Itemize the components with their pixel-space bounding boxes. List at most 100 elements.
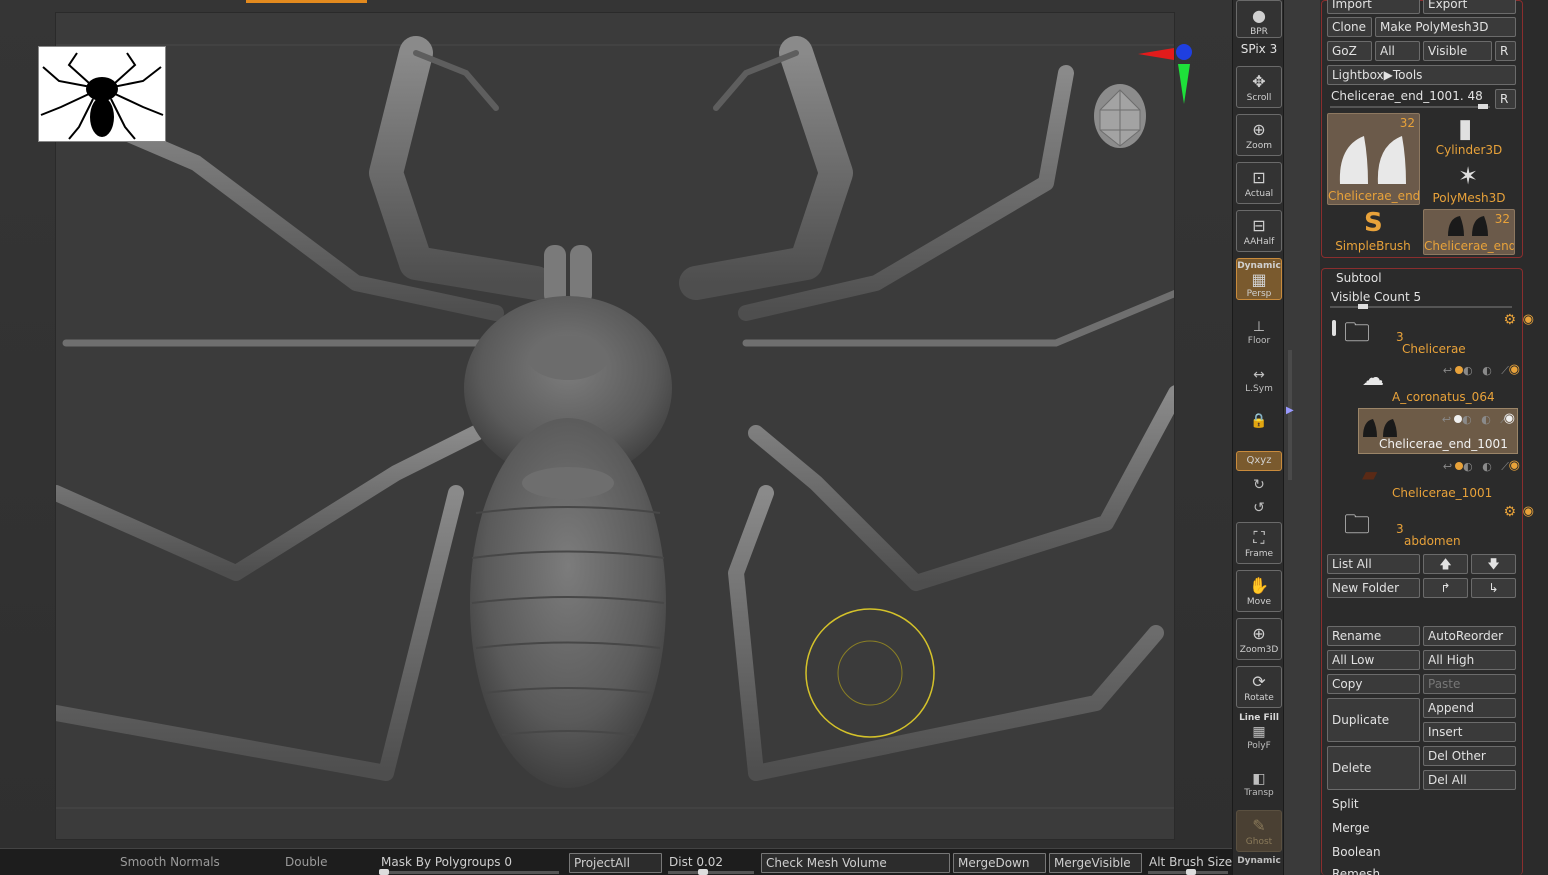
floor-button[interactable]: ⊥ Floor [1236, 318, 1282, 346]
subtool-item-a-coronatus[interactable]: ☁ ↩ ◐ ◐ ⟋ ◉ A_coronatus_064 [1356, 360, 1520, 406]
subtool-flags[interactable]: ↩ ◐ ◐ ⟋ [1442, 413, 1511, 427]
move-into-folder-button[interactable]: ↱ [1423, 578, 1468, 598]
goz-visible-button[interactable]: Visible [1423, 41, 1492, 61]
visible-count-track[interactable] [1330, 304, 1512, 309]
del-all-button[interactable]: Del All [1423, 770, 1516, 790]
visibility-dot[interactable] [1455, 366, 1464, 374]
visibility-dot[interactable] [1454, 415, 1463, 423]
clone-button[interactable]: Clone [1327, 17, 1372, 37]
auto-reorder-button[interactable]: AutoReorder [1423, 626, 1516, 646]
merge-visible-button[interactable]: MergeVisible [1049, 853, 1142, 873]
persp-button[interactable]: Dynamic ▦ Persp [1236, 258, 1282, 300]
eye-icon[interactable]: ◉ [1509, 362, 1520, 377]
tool-tile-chelicerae-end[interactable]: 32 Chelicerae_end [1327, 113, 1420, 205]
slider-handle[interactable] [1186, 869, 1196, 875]
dist-slider-track[interactable] [668, 869, 754, 875]
goz-all-button[interactable]: All [1375, 41, 1420, 61]
ghost-button[interactable]: ✎ Ghost [1236, 810, 1282, 852]
append-button[interactable]: Append [1423, 698, 1516, 718]
subtool-flags[interactable]: ↩ ◐ ◐ ⟋ [1443, 460, 1512, 474]
scroll-button[interactable]: ✥ Scroll [1236, 66, 1282, 108]
del-other-button[interactable]: Del Other [1423, 746, 1516, 766]
merge-down-button[interactable]: MergeDown [953, 853, 1046, 873]
move-up-button[interactable]: 🡅 [1423, 554, 1468, 574]
xyz-symmetry-button[interactable]: Qxyz [1236, 451, 1282, 471]
subtool-folder-abdomen[interactable]: 🗀 3 ⚙ ◉ abdomen [1340, 504, 1534, 550]
move-down-button[interactable]: 🡇 [1471, 554, 1516, 574]
zoom-button[interactable]: ⊕ Zoom [1236, 114, 1282, 156]
bpr-render-button[interactable]: ● BPR [1236, 0, 1282, 38]
goz-r-button[interactable]: R [1495, 41, 1516, 61]
eye-icon[interactable]: ◉ [1523, 504, 1534, 519]
gear-icon[interactable]: ⚙ [1503, 312, 1516, 328]
current-tool-slider[interactable]: Chelicerae_end_1001. 48 [1331, 89, 1483, 103]
rotate-button[interactable]: ⟳ Rotate [1236, 666, 1282, 708]
transp-button[interactable]: ◧ Transp [1236, 770, 1282, 798]
slider-handle[interactable] [1478, 104, 1488, 109]
project-all-button[interactable]: ProjectAll [569, 853, 662, 873]
rotate-y-button[interactable]: ↻ [1236, 476, 1282, 494]
zoom3d-button[interactable]: ⊕ Zoom3D [1236, 618, 1282, 660]
all-low-button[interactable]: All Low [1327, 650, 1420, 670]
eye-icon[interactable]: ◉ [1523, 312, 1534, 327]
rotate-z-button[interactable]: ↺ [1236, 499, 1282, 517]
export-button[interactable]: Export [1423, 0, 1516, 14]
tool-r-button[interactable]: R [1495, 89, 1516, 109]
all-high-button[interactable]: All High [1423, 650, 1516, 670]
visibility-dot[interactable] [1455, 462, 1464, 470]
duplicate-button[interactable]: Duplicate [1327, 698, 1420, 742]
goz-button[interactable]: GoZ [1327, 41, 1372, 61]
lock-button[interactable]: 🔒 [1236, 412, 1282, 430]
eye-icon[interactable]: ◉ [1509, 458, 1520, 473]
boolean-section-header[interactable]: Boolean [1332, 845, 1381, 859]
check-mesh-volume-button[interactable]: Check Mesh Volume [761, 853, 950, 873]
current-tool-track[interactable] [1330, 104, 1490, 109]
mask-slider-track[interactable] [379, 869, 559, 875]
move-out-folder-button[interactable]: ↳ [1471, 578, 1516, 598]
double-button[interactable]: Double [285, 853, 328, 873]
new-folder-button[interactable]: New Folder [1327, 578, 1420, 598]
spix-slider[interactable]: SPix 3 [1236, 42, 1282, 56]
slider-handle[interactable] [379, 869, 389, 875]
visible-count-slider[interactable]: Visible Count 5 [1331, 290, 1421, 304]
make-polymesh-button[interactable]: Make PolyMesh3D [1375, 17, 1516, 37]
gear-icon[interactable]: ⚙ [1503, 504, 1516, 520]
move-button[interactable]: ✋ Move [1236, 570, 1282, 612]
subtool-flags[interactable]: ↩ ◐ ◐ ⟋ [1443, 364, 1512, 378]
delete-button[interactable]: Delete [1327, 746, 1420, 790]
mask-by-polygroups-slider[interactable]: Mask By Polygroups 0 [381, 853, 512, 873]
eye-icon[interactable]: ◉ [1504, 411, 1515, 426]
subtool-header[interactable]: Subtool [1336, 271, 1382, 285]
copy-button[interactable]: Copy [1327, 674, 1420, 694]
slider-handle[interactable] [1358, 304, 1368, 309]
remesh-section-header[interactable]: Remesh [1332, 867, 1380, 875]
subtool-scrollbar-thumb[interactable] [1332, 320, 1336, 336]
document-canvas[interactable] [55, 12, 1175, 840]
slider-handle[interactable] [698, 869, 708, 875]
insert-button[interactable]: Insert [1423, 722, 1516, 742]
tool-tile-cylinder3d[interactable]: ▮ Cylinder3D [1423, 113, 1515, 159]
actual-button[interactable]: ⊡ Actual [1236, 162, 1282, 204]
smooth-normals-button[interactable]: Smooth Normals [120, 853, 220, 873]
alt-brush-slider-track[interactable] [1148, 869, 1228, 875]
subtool-folder-chelicerae[interactable]: 🗀 3 ⚙ ◉ Chelicerae [1340, 312, 1534, 358]
rename-button[interactable]: Rename [1327, 626, 1420, 646]
split-section-header[interactable]: Split [1332, 797, 1359, 811]
polyf-button[interactable]: Line Fill ▦ PolyF [1236, 713, 1282, 751]
lightbox-tools-button[interactable]: Lightbox▶Tools [1327, 65, 1516, 85]
frame-button[interactable]: ⛶ Frame [1236, 522, 1282, 564]
subtool-item-chelicerae-1001[interactable]: ▰ ↩ ◐ ◐ ⟋ ◉ Chelicerae_1001 [1356, 456, 1520, 502]
tool-tile-polymesh3d[interactable]: ✶ PolyMesh3D [1423, 161, 1515, 207]
collapse-arrow-icon[interactable]: ▶ [1286, 405, 1294, 416]
local-symmetry-button[interactable]: ↔ L.Sym [1236, 366, 1282, 394]
paste-button[interactable]: Paste [1423, 674, 1516, 694]
merge-section-header[interactable]: Merge [1332, 821, 1369, 835]
dist-slider[interactable]: Dist 0.02 [669, 853, 723, 873]
navigation-head-icon[interactable] [1090, 80, 1154, 152]
subtool-item-chelicerae-end-selected[interactable]: ↩ ◐ ◐ ⟋ ◉ Chelicerae_end_1001 [1358, 408, 1518, 454]
aahalf-button[interactable]: ⊟ AAHalf [1236, 210, 1282, 252]
import-button[interactable]: Import [1327, 0, 1420, 14]
tool-tile-simplebrush[interactable]: S SimpleBrush [1327, 208, 1419, 255]
list-all-button[interactable]: List All [1327, 554, 1420, 574]
tool-tile-chelicerae-end-2[interactable]: 32 Chelicerae_end_ [1423, 209, 1515, 255]
